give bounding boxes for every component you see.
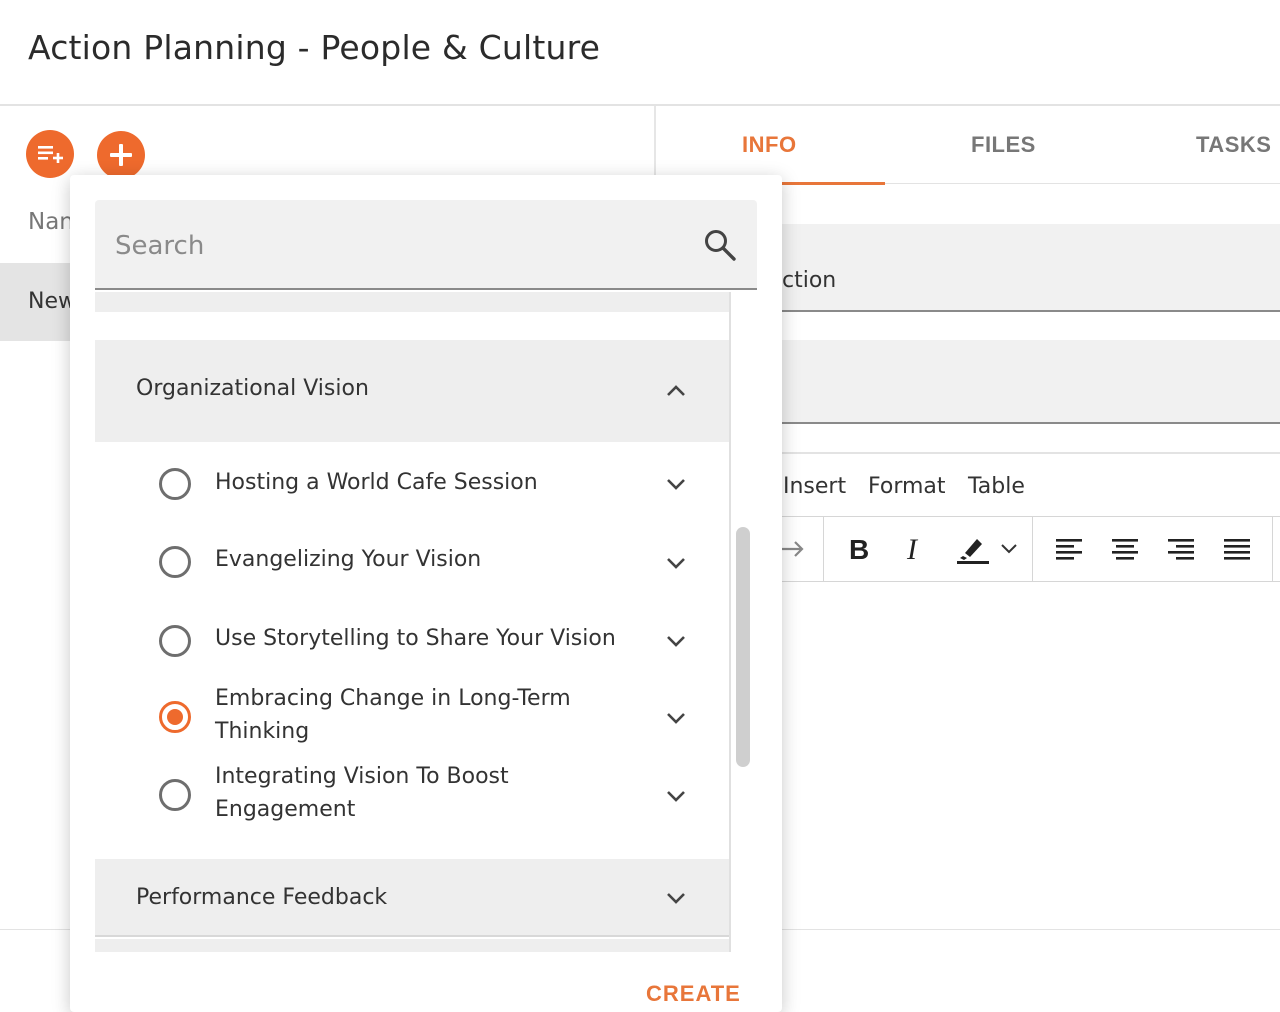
menu-table[interactable]: Table bbox=[968, 474, 1025, 499]
plus-icon bbox=[110, 144, 132, 166]
chevron-down-icon bbox=[1001, 544, 1017, 554]
align-center-button[interactable] bbox=[1106, 530, 1144, 568]
list-item-selected[interactable]: Embracing Change in Long-Term Thinking bbox=[95, 677, 729, 755]
list-item[interactable]: Integrating Vision To Boost Engagement bbox=[95, 755, 729, 833]
toolbar-separator bbox=[1272, 517, 1273, 581]
previous-group-edge bbox=[95, 292, 729, 312]
title-field-value: ction bbox=[782, 268, 837, 293]
chevron-down-icon[interactable] bbox=[664, 472, 688, 496]
toolbar-separator bbox=[823, 517, 824, 581]
chevron-down-icon[interactable] bbox=[664, 629, 688, 653]
search-input[interactable] bbox=[115, 226, 675, 266]
editor-toolbar: B I bbox=[700, 516, 1280, 582]
item-label: Use Storytelling to Share Your Vision bbox=[215, 626, 616, 651]
tab-tasks[interactable]: TASKS bbox=[1196, 132, 1271, 158]
list-row-label: New bbox=[28, 289, 76, 314]
item-label: Evangelizing Your Vision bbox=[215, 547, 482, 572]
list-item[interactable]: Hosting a World Cafe Session bbox=[95, 444, 729, 520]
playlist-add-icon bbox=[38, 146, 63, 163]
radio-button[interactable] bbox=[159, 625, 191, 657]
chevron-down-icon[interactable] bbox=[664, 706, 688, 730]
group-organizational-vision[interactable]: Organizational Vision bbox=[95, 340, 729, 442]
align-left-button[interactable] bbox=[1050, 530, 1088, 568]
scrollbar-track[interactable] bbox=[729, 292, 731, 952]
align-justify-button[interactable] bbox=[1218, 530, 1256, 568]
scrollbar-thumb[interactable] bbox=[736, 527, 750, 767]
menu-format[interactable]: Format bbox=[868, 474, 946, 499]
menu-insert[interactable]: Insert bbox=[783, 474, 846, 499]
chevron-down-icon[interactable] bbox=[664, 784, 688, 808]
svg-text:B: B bbox=[849, 534, 869, 564]
highlight-icon bbox=[957, 539, 989, 564]
secondary-field[interactable] bbox=[700, 340, 1280, 424]
tab-files[interactable]: FILES bbox=[971, 132, 1036, 158]
radio-button[interactable] bbox=[159, 546, 191, 578]
align-right-button[interactable] bbox=[1162, 530, 1200, 568]
group-performance-feedback[interactable]: Performance Feedback bbox=[95, 859, 729, 937]
tab-bar: INFO FILES TASKS bbox=[656, 106, 1280, 185]
radio-button-selected[interactable] bbox=[159, 701, 191, 733]
align-right-icon bbox=[1168, 539, 1194, 560]
action-picker-dropdown: Organizational Vision Hosting a World Ca… bbox=[70, 175, 782, 1012]
chevron-up-icon bbox=[667, 385, 685, 396]
align-left-icon bbox=[1056, 539, 1082, 560]
tab-info[interactable]: INFO bbox=[742, 132, 797, 158]
item-label: Hosting a World Cafe Session bbox=[215, 470, 538, 495]
action-list: Organizational Vision Hosting a World Ca… bbox=[95, 292, 731, 952]
page-title: Action Planning - People & Culture bbox=[28, 28, 601, 67]
name-column-header: Nan bbox=[28, 209, 74, 235]
search-icon[interactable] bbox=[703, 228, 737, 262]
add-button[interactable] bbox=[97, 131, 145, 179]
chevron-down-icon[interactable] bbox=[664, 551, 688, 575]
align-justify-icon bbox=[1224, 539, 1250, 560]
add-list-button[interactable] bbox=[26, 130, 74, 178]
highlight-dropdown[interactable] bbox=[997, 530, 1021, 568]
search-field[interactable] bbox=[95, 200, 757, 290]
bold-button[interactable]: B bbox=[840, 530, 878, 568]
align-center-icon bbox=[1112, 539, 1138, 560]
radio-button[interactable] bbox=[159, 468, 191, 500]
editor-menubar: Insert Format Table bbox=[700, 452, 1280, 516]
svg-text:I: I bbox=[906, 534, 919, 564]
list-item[interactable]: Use Storytelling to Share Your Vision bbox=[95, 599, 729, 677]
group-label: Performance Feedback bbox=[136, 885, 388, 910]
group-label: Organizational Vision bbox=[136, 376, 369, 401]
item-label: Embracing Change in Long-Term Thinking bbox=[215, 686, 571, 744]
highlight-button[interactable] bbox=[952, 530, 994, 568]
next-group-edge bbox=[95, 939, 729, 952]
radio-button[interactable] bbox=[159, 779, 191, 811]
list-item[interactable]: Evangelizing Your Vision bbox=[95, 521, 729, 599]
bold-icon: B bbox=[849, 534, 869, 564]
redo-icon bbox=[782, 541, 804, 557]
item-label: Integrating Vision To Boost Engagement bbox=[215, 764, 509, 822]
chevron-down-icon bbox=[667, 893, 685, 904]
create-button[interactable]: CREATE bbox=[646, 981, 741, 1007]
italic-icon: I bbox=[906, 534, 919, 564]
toolbar-separator bbox=[1032, 517, 1033, 581]
italic-button[interactable]: I bbox=[896, 530, 934, 568]
